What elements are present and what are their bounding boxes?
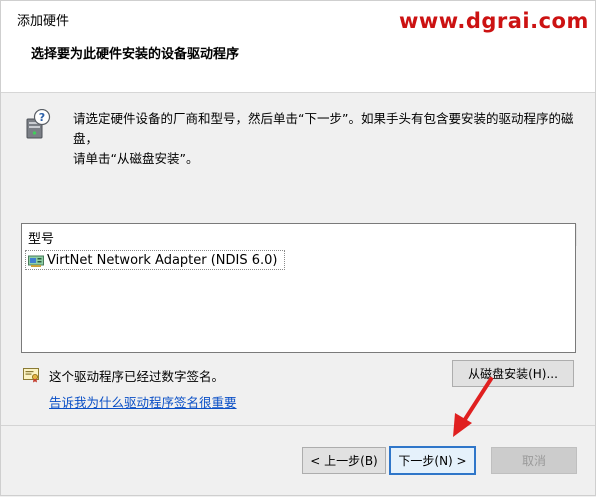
cancel-button[interactable]: 取消 xyxy=(491,447,577,474)
model-name: VirtNet Network Adapter (NDIS 6.0) xyxy=(47,252,278,268)
back-button[interactable]: < 上一步(B) xyxy=(302,447,386,474)
instruction-line-2: 请单击“从磁盘安装”。 xyxy=(73,151,199,166)
list-item[interactable]: VirtNet Network Adapter (NDIS 6.0) xyxy=(25,250,285,270)
window-title: 添加硬件 xyxy=(17,14,70,29)
model-column-header[interactable]: 型号 xyxy=(28,228,54,247)
instruction-text: 请选定硬件设备的厂商和型号，然后单击“下一步”。如果手头有包含要安装的驱动程序的… xyxy=(73,109,583,169)
driver-signing-link[interactable]: 告诉我为什么驱动程序签名很重要 xyxy=(49,392,237,411)
column-divider xyxy=(576,224,577,246)
watermark-text: www.dgrai.com xyxy=(399,9,589,33)
add-hardware-dialog: 添加硬件 www.dgrai.com 选择要为此硬件安装的设备驱动程序 ? 请选… xyxy=(0,0,596,496)
signature-status: 这个驱动程序已经过数字签名。 xyxy=(49,369,225,384)
svg-text:?: ? xyxy=(39,111,45,124)
next-button[interactable]: 下一步(N) > xyxy=(389,446,476,475)
page-title: 选择要为此硬件安装的设备驱动程序 xyxy=(31,47,240,62)
dialog-header: 添加硬件 www.dgrai.com 选择要为此硬件安装的设备驱动程序 xyxy=(1,1,595,93)
have-disk-button[interactable]: 从磁盘安装(H)... xyxy=(452,360,574,387)
computer-question-icon: ? xyxy=(23,108,51,139)
certificate-icon xyxy=(23,367,39,383)
network-adapter-icon xyxy=(28,253,44,267)
model-list[interactable]: 型号 VirtNet Network Adapter (NDIS 6.0) xyxy=(21,223,577,353)
instruction-line-1: 请选定硬件设备的厂商和型号，然后单击“下一步”。如果手头有包含要安装的驱动程序的… xyxy=(73,111,574,146)
footer-separator xyxy=(1,425,595,426)
